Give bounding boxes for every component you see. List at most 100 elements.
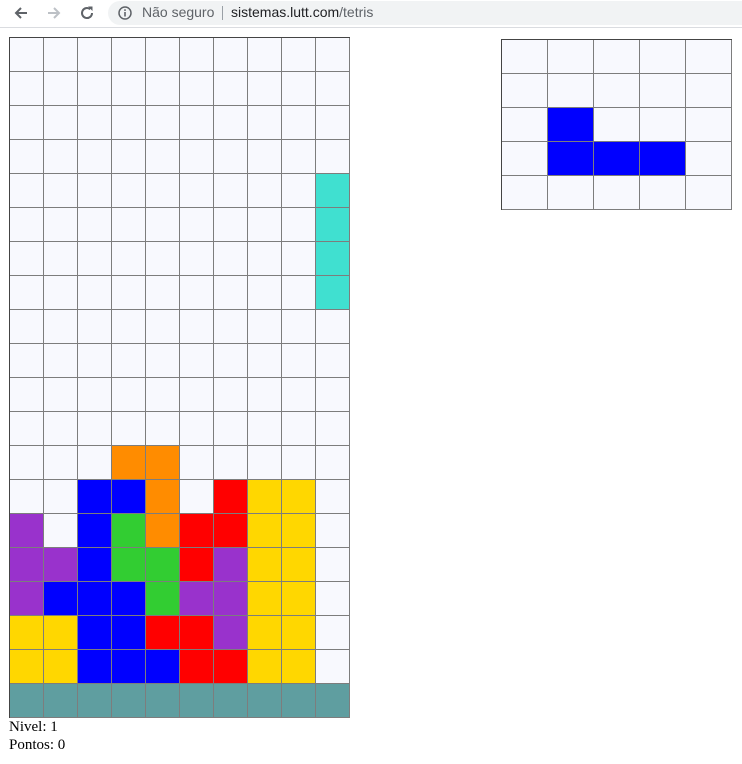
board-cell: [112, 480, 146, 514]
board-cell: [44, 548, 78, 582]
preview-cell: [640, 74, 686, 108]
board-cell: [180, 72, 214, 106]
board-cell: [282, 174, 316, 208]
board-cell: [10, 242, 44, 276]
arrow-left-icon: [14, 7, 27, 19]
preview-cell: [548, 40, 594, 74]
board-cell: [78, 378, 112, 412]
url-text[interactable]: sistemas.lutt.com/tetris: [231, 4, 373, 20]
address-bar[interactable]: Não seguro sistemas.lutt.com/tetris: [108, 1, 742, 25]
board-cell: [248, 344, 282, 378]
board-cell: [282, 548, 316, 582]
board-cell: [146, 684, 180, 718]
board-cell: [44, 208, 78, 242]
preview-cell: [686, 40, 732, 74]
board-cell: [78, 208, 112, 242]
board-cell: [180, 616, 214, 650]
board-cell: [282, 480, 316, 514]
level-value: 1: [50, 719, 58, 735]
board-cell: [78, 582, 112, 616]
preview-cell: [548, 108, 594, 142]
board-cell: [316, 514, 350, 548]
board-cell: [146, 310, 180, 344]
board-cell: [248, 208, 282, 242]
board-cell: [112, 38, 146, 72]
board-cell: [112, 378, 146, 412]
board-cell: [282, 242, 316, 276]
board-cell: [248, 446, 282, 480]
board-cell: [78, 480, 112, 514]
board-cell: [146, 616, 180, 650]
reload-button[interactable]: [75, 2, 99, 24]
board-cell: [248, 378, 282, 412]
security-status-label[interactable]: Não seguro: [142, 4, 214, 20]
board-cell: [316, 378, 350, 412]
preview-cell: [548, 142, 594, 176]
board-cell: [214, 242, 248, 276]
arrow-right-icon: [48, 7, 61, 19]
board-cell: [248, 242, 282, 276]
board-cell: [248, 616, 282, 650]
board-cell: [44, 412, 78, 446]
board-cell: [214, 174, 248, 208]
reload-icon: [81, 6, 94, 19]
board-cell: [112, 582, 146, 616]
board-cell: [44, 140, 78, 174]
board-cell: [180, 174, 214, 208]
board-cell: [282, 378, 316, 412]
board-cell: [78, 38, 112, 72]
board-cell: [112, 310, 146, 344]
preview-cell: [686, 176, 732, 210]
board-cell: [214, 276, 248, 310]
board-cell: [180, 548, 214, 582]
board-cell: [180, 378, 214, 412]
board-cell: [180, 446, 214, 480]
board-cell: [248, 140, 282, 174]
url-separator: [222, 6, 223, 20]
board-cell: [10, 38, 44, 72]
forward-button[interactable]: [42, 2, 66, 24]
board-cell: [10, 412, 44, 446]
board-cell: [112, 412, 146, 446]
board-cell: [10, 446, 44, 480]
board-cell: [282, 582, 316, 616]
board-cell: [146, 412, 180, 446]
board-cell: [316, 310, 350, 344]
board-cell: [44, 616, 78, 650]
board-cell: [10, 378, 44, 412]
board-cell: [282, 38, 316, 72]
preview-cell: [640, 142, 686, 176]
info-icon[interactable]: [118, 6, 132, 20]
board-cell: [146, 276, 180, 310]
board-cell: [316, 684, 350, 718]
board-cell: [248, 310, 282, 344]
board-cell: [146, 446, 180, 480]
board-cell: [44, 684, 78, 718]
board-cell: [146, 140, 180, 174]
board-cell: [248, 174, 282, 208]
board-cell: [146, 378, 180, 412]
board-cell: [316, 38, 350, 72]
board-cell: [180, 514, 214, 548]
game-board[interactable]: [9, 37, 350, 718]
board-cell: [112, 616, 146, 650]
board-cell: [10, 310, 44, 344]
board-cell: [214, 446, 248, 480]
board-cell: [112, 106, 146, 140]
board-cell: [316, 616, 350, 650]
board-cell: [214, 106, 248, 140]
browser-toolbar: Não seguro sistemas.lutt.com/tetris: [0, 0, 742, 28]
board-cell: [248, 412, 282, 446]
back-button[interactable]: [9, 2, 33, 24]
preview-cell: [640, 40, 686, 74]
board-cell: [214, 344, 248, 378]
board-cell: [146, 72, 180, 106]
url-path: /tetris: [339, 4, 374, 20]
board-cell: [214, 616, 248, 650]
preview-cell: [502, 40, 548, 74]
preview-cell: [502, 108, 548, 142]
board-cell: [10, 582, 44, 616]
board-cell: [78, 684, 112, 718]
board-cell: [316, 650, 350, 684]
board-cell: [146, 174, 180, 208]
